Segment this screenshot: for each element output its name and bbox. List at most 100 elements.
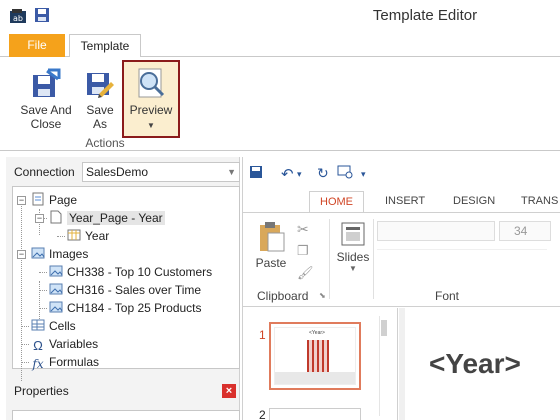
slide-thumbnail[interactable]: <Year> [269,322,361,390]
collapse-toggle[interactable]: − [17,196,26,205]
save-as-icon [87,73,114,98]
title-bar: ab Template Editor [0,0,560,33]
dialog-launcher-icon[interactable]: ⬊ [319,291,326,300]
tree-node-label: CH316 - Sales over Time [67,283,202,297]
thumbnail-scrollbar[interactable] [379,316,387,416]
slide-thumbnail-content: <Year> [274,327,356,385]
thumbnail-text: <Year> [309,330,325,336]
document-icon [50,210,62,224]
tab-home[interactable]: HOME [309,191,364,213]
slide-number: 1 [259,328,266,342]
window-title: Template Editor [372,7,478,24]
image-icon [49,301,63,313]
tree-line [21,201,22,381]
office-ribbon: Paste ✂ ❐ 🖌 Slides ▼ 34 Clipboard ⬊ Font [243,212,560,307]
save-close-icon [33,68,61,97]
properties-grid [12,410,240,420]
tree-line [21,344,29,345]
tree-line [39,290,47,291]
customize-icon[interactable]: ▾ [361,169,366,180]
tab-insert[interactable]: INSERT [385,195,425,207]
actions-group-label: Actions [85,136,125,150]
tree-node-image-3[interactable]: CH184 - Top 25 Products [49,299,202,317]
font-format-row [377,249,547,267]
tree-node-formulas[interactable]: fx Formulas [31,353,99,371]
page-icon [32,192,44,206]
tab-transitions[interactable]: TRANS [521,195,558,207]
font-group-label: Font [435,289,460,303]
preview-button[interactable]: Preview ▼ [122,60,180,138]
save-icon[interactable] [249,165,263,182]
slide-page[interactable]: <Year> [405,308,560,420]
tree-node-label: Variables [49,337,99,351]
undo-icon[interactable]: ↶ [281,165,294,183]
redo-icon[interactable]: ↻ [317,165,329,182]
slide-canvas: <Year> [399,308,560,420]
tree-node-page[interactable]: Page [31,191,77,209]
tree-node-cells[interactable]: Cells [31,317,76,335]
tree-node-year-page[interactable]: Year_Page - Year [49,209,165,227]
tree-node-year[interactable]: Year [67,227,109,245]
clipboard-icon [260,222,285,252]
save-as-button[interactable]: Save As [83,67,117,131]
collapse-toggle[interactable]: − [17,250,26,259]
tree-node-label: Year_Page - Year [67,211,165,225]
paste-label: Paste [255,256,287,270]
scrollbar-thumb[interactable] [381,320,387,336]
slide-thumbnail[interactable] [269,408,361,420]
tab-template[interactable]: Template [69,34,141,58]
tree-line [21,362,29,363]
image-icon [49,283,63,295]
font-name-input[interactable] [377,221,495,241]
font-size-input[interactable]: 34 [499,221,551,241]
document-panel: ↶ ▾ ↻ ▾ HOME INSERT DESIGN TRANS Paste ✂… [242,157,560,420]
cut-icon[interactable]: ✂ [297,221,309,238]
tree-node-label: Page [49,193,78,207]
slideshow-icon[interactable] [337,165,353,182]
tree-line [39,272,47,273]
chevron-down-icon: ▼ [147,121,155,130]
save-and-close-button[interactable]: Save And Close [17,67,75,131]
copy-icon[interactable]: ❐ [297,243,309,259]
tree-line [21,326,29,327]
tree-node-label: Cells [49,319,76,333]
tab-file[interactable]: File [9,34,65,57]
tree-node-images[interactable]: Images [31,245,88,263]
connection-value: SalesDemo [86,165,149,179]
tree-node-label: CH184 - Top 25 Products [67,301,202,315]
clipboard-group-label: Clipboard [257,289,309,303]
properties-header: Properties × [6,381,240,401]
template-tree: − − − Page Year_Page - Year Year Images … [12,186,240,381]
chevron-down-icon: ▼ [227,167,236,177]
tree-node-image-1[interactable]: CH338 - Top 10 Customers [49,263,212,281]
slides-label: Slides [336,250,370,264]
slide-title-placeholder[interactable]: <Year> [429,348,521,380]
chevron-down-icon: ▼ [349,264,357,273]
tab-design[interactable]: DESIGN [453,195,495,207]
slides-button[interactable]: Slides ▼ [335,221,371,273]
tree-node-label: Year [85,229,110,243]
chevron-down-icon[interactable]: ▾ [297,169,302,180]
connection-select[interactable]: SalesDemo ▼ [82,162,240,182]
slide-number: 2 [259,408,266,420]
omega-icon: Ω [33,338,43,353]
slide-thumbnails: 1 <Year> 2 [243,308,398,420]
ribbon: Save And Close Save As Preview ▼ Actions [0,57,560,151]
properties-title: Properties [14,384,69,398]
paste-button[interactable]: Paste [251,221,291,281]
tree-node-image-2[interactable]: CH316 - Sales over Time [49,281,201,299]
format-painter-icon[interactable]: 🖌 [297,265,314,281]
font-size-value: 34 [514,224,528,238]
image-icon [49,265,63,277]
preview-label: Preview [129,103,173,117]
collapse-toggle[interactable]: − [35,214,44,223]
tree-line [57,236,65,237]
tree-node-variables[interactable]: Ω Variables [31,335,98,353]
close-icon[interactable]: × [222,384,236,398]
tree-node-label: Images [49,247,89,261]
separator [329,219,330,299]
slides-icon [341,222,365,246]
thumbnail-band [275,372,355,384]
image-icon [31,247,45,259]
magnifier-icon [138,68,165,98]
